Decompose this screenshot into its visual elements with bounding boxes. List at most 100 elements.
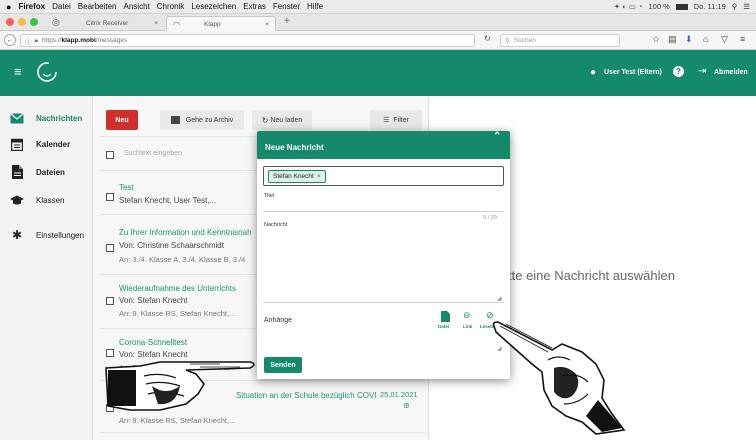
send-button[interactable]: Senden [264, 357, 302, 373]
attach-file-button[interactable]: Datei [438, 311, 454, 335]
sidebar-item-kalender[interactable]: Kalender [0, 130, 93, 158]
battery-level[interactable]: 100 % [649, 2, 670, 11]
remove-recipient-icon[interactable]: × [317, 173, 321, 180]
browser-navbar: ← ⓘ 🔒︎ https:// klapp.mobi /messages ↻ ⚲… [0, 31, 756, 50]
calendar-icon [10, 137, 24, 151]
select-all-checkbox[interactable] [106, 151, 114, 159]
menu-item[interactable]: Datei [52, 2, 71, 11]
menu-item[interactable]: Ansicht [124, 2, 150, 11]
menu-app-name[interactable]: Firefox [18, 2, 45, 11]
message-checkbox[interactable] [106, 297, 114, 305]
menu-toggle-icon[interactable]: ≡ [14, 64, 22, 79]
message-date: 25.01.2021 [380, 390, 418, 399]
sidebar: Nachrichten Kalender Dateien Klassen ✱ E… [0, 96, 93, 440]
logout-link[interactable]: Abmelden [714, 69, 748, 76]
user-name[interactable]: User Test (Eltern) [604, 69, 662, 76]
help-icon[interactable]: ? [673, 66, 684, 77]
window-zoom-button[interactable] [30, 18, 38, 26]
reload-button[interactable]: ↻ Neu laden [252, 110, 312, 130]
recipient-field[interactable]: Stefan Knecht × [263, 166, 504, 186]
message-recipients: An: 9. Klasse RS, Stefan Knecht,... [119, 309, 236, 318]
list-search-input[interactable]: Suchtext eingeben [124, 150, 182, 157]
new-message-label: Neu [115, 116, 129, 124]
back-button[interactable]: ← [4, 34, 16, 46]
hamburger-menu-icon[interactable]: ≡ [740, 34, 745, 44]
message-underline [263, 302, 504, 303]
subject-input[interactable] [263, 191, 504, 211]
sidebar-item-label: Einstellungen [36, 230, 85, 240]
message-recipients: Stefan Knecht, User Test,... [119, 196, 217, 205]
attach-link-label: Link [463, 324, 473, 329]
battery-icon[interactable] [675, 3, 688, 10]
archive-button[interactable]: Gehe zu Archiv [160, 110, 244, 130]
gear-icon: ✱ [11, 228, 23, 242]
pointing-hand-illustration [105, 361, 255, 411]
tab-close-icon[interactable]: × [154, 20, 158, 27]
file-icon [441, 311, 450, 322]
clock[interactable]: Do. 11:19 [694, 2, 726, 11]
reload-icon[interactable]: ↻ [484, 34, 491, 43]
filter-label: Filter [393, 116, 409, 124]
app-header: ≡ ● User Test (Eltern) ? ⇥ Abmelden [0, 50, 756, 96]
spotlight-icon[interactable]: ⚲ [732, 2, 738, 11]
sidebar-item-label: Klassen [36, 195, 65, 205]
message-title[interactable]: Corona-Schnelltest [119, 338, 187, 347]
sidebar-item-label: Kalender [36, 139, 71, 149]
sidebar-item-einstellungen[interactable]: ✱ Einstellungen [0, 221, 93, 249]
home-icon[interactable]: ⌂ [703, 34, 708, 44]
url-bar[interactable]: ⓘ 🔒︎ https:// klapp.mobi /messages [20, 34, 475, 47]
new-tab-button[interactable]: + [284, 16, 290, 27]
status-icons[interactable]: ✦ ◐ ▭ ◔ [614, 2, 643, 11]
reading-list-icon[interactable]: ▤ [668, 34, 677, 45]
info-icon[interactable]: ⓘ [25, 36, 32, 46]
message-title[interactable]: Wiederaufnahme des Unterrichts [119, 284, 236, 293]
window-close-button[interactable] [6, 18, 14, 26]
message-checkbox[interactable] [106, 193, 114, 201]
filter-button[interactable]: ☰ Filter [370, 110, 422, 130]
sidebar-item-klassen[interactable]: Klassen [0, 186, 93, 214]
notification-center-icon[interactable]: ☰ [743, 2, 750, 11]
sidebar-item-dateien[interactable]: Dateien [0, 158, 93, 186]
downloads-icon[interactable]: ⬇ [685, 34, 693, 45]
sidebar-item-nachrichten[interactable]: Nachrichten [0, 104, 93, 132]
menu-item[interactable]: Extras [243, 2, 266, 11]
message-title[interactable]: Zu Ihrer Information und Kenntnisnah [119, 228, 252, 237]
logout-icon[interactable]: ⇥ [698, 66, 706, 77]
bookmark-star-icon[interactable]: ☆ [652, 34, 660, 45]
message-sender: Von: Stefan Knecht [119, 296, 188, 305]
menu-item[interactable]: Chronik [157, 2, 185, 11]
sidebar-item-label: Nachrichten [36, 113, 83, 123]
browser-search-field[interactable]: ⚲ Suchen [500, 34, 620, 47]
new-message-button[interactable]: Neu [106, 110, 138, 130]
pinned-tab-icon[interactable]: ◎ [52, 17, 60, 28]
menu-item[interactable]: Bearbeiten [78, 2, 117, 11]
graduation-cap-icon [10, 193, 24, 207]
pocket-icon[interactable]: ▽ [721, 34, 728, 45]
send-label: Senden [270, 361, 296, 369]
message-recipients: An: 3./4. Klasse A, 3./4. Klasse B, 3./4 [119, 255, 246, 264]
mail-icon [10, 111, 24, 125]
menu-item[interactable]: Fenster [273, 2, 300, 11]
message-title[interactable]: Test [119, 183, 134, 192]
attach-link-button[interactable]: ⊖ Link [461, 310, 477, 335]
url-prefix: https:// [41, 37, 62, 44]
select-message-placeholder: tte eine Nachricht auswählen [508, 268, 675, 283]
tab-klapp[interactable]: ◠ Klapp × [166, 16, 276, 31]
tab-label: Klapp [203, 20, 221, 28]
recipient-chip[interactable]: Stefan Knecht × [268, 170, 326, 183]
apple-icon[interactable]: ● [6, 2, 11, 12]
menu-item[interactable]: Lesezeichen [191, 2, 236, 11]
tab-close-icon[interactable]: × [265, 21, 269, 28]
resize-handle-icon[interactable]: ◢ [497, 295, 502, 302]
message-textarea[interactable] [263, 219, 504, 301]
window-minimize-button[interactable] [18, 18, 26, 26]
lock-icon: 🔒︎ [34, 36, 38, 44]
tab-citrix[interactable]: Citrix Receiver × [72, 16, 164, 31]
archive-label: Gehe zu Archiv [185, 116, 234, 124]
modal-header: Neue Nachricht ⌃ [257, 131, 510, 159]
modal-collapse-icon[interactable]: ⌃ [493, 131, 501, 142]
menu-item[interactable]: Hilfe [307, 2, 323, 11]
user-avatar-icon[interactable]: ● [590, 67, 596, 78]
klapp-logo-icon[interactable] [34, 59, 60, 85]
message-checkbox[interactable] [106, 244, 114, 252]
